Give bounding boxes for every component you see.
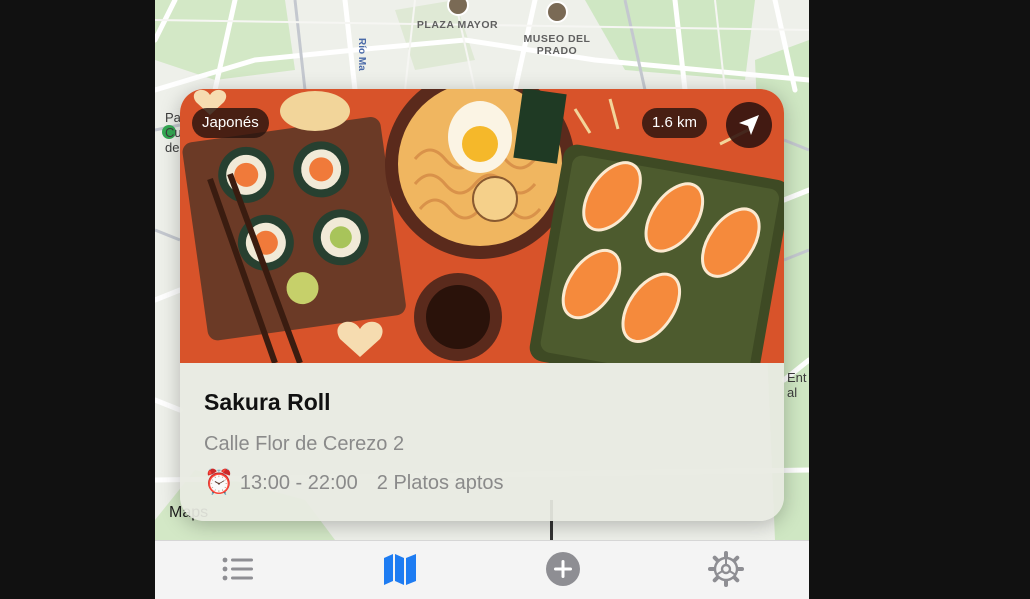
cuisine-badge: Japonés — [192, 108, 269, 138]
street-label-rio: Río Ma — [356, 38, 367, 71]
tab-bar — [155, 540, 809, 599]
app-screen: PLAZA MAYOR MUSEO DEL PRADO Río Ma Pa Cu… — [155, 0, 809, 599]
alarm-clock-icon: ⏰ — [204, 469, 234, 496]
list-icon — [222, 557, 253, 581]
plus-circle-icon — [546, 552, 580, 586]
museo-del-prado-label[interactable]: MUSEO DEL PRADO — [507, 33, 607, 57]
museo-del-prado-landmark-icon[interactable] — [546, 1, 568, 23]
plaza-mayor-label[interactable]: PLAZA MAYOR — [395, 19, 520, 31]
right-edge-poi-text: Ent al — [787, 370, 807, 400]
restaurant-title: Sakura Roll — [204, 389, 331, 415]
restaurant-address: Calle Flor de Cerezo 2 — [204, 433, 405, 455]
opening-hours: 13:00 - 22:00 — [239, 471, 358, 494]
tab-list[interactable] — [177, 541, 297, 599]
restaurant-meta: ⏰ 13:00 - 22:00 2 Platos aptos — [204, 471, 504, 495]
location-arrow-icon — [739, 115, 759, 135]
tab-settings[interactable] — [666, 541, 786, 599]
distance-badge: 1.6 km — [642, 108, 708, 138]
suitable-dishes-count: 2 Platos aptos — [376, 471, 504, 494]
tab-map[interactable] — [340, 541, 460, 599]
restaurant-image: Japonés 1.6 km — [180, 89, 784, 363]
restaurant-card[interactable]: Japonés 1.6 km Sakura Roll Calle Flor de… — [180, 89, 784, 521]
tab-add[interactable] — [503, 541, 623, 599]
navigate-button[interactable] — [726, 102, 772, 148]
gear-icon — [708, 551, 744, 587]
map-icon — [384, 554, 416, 585]
